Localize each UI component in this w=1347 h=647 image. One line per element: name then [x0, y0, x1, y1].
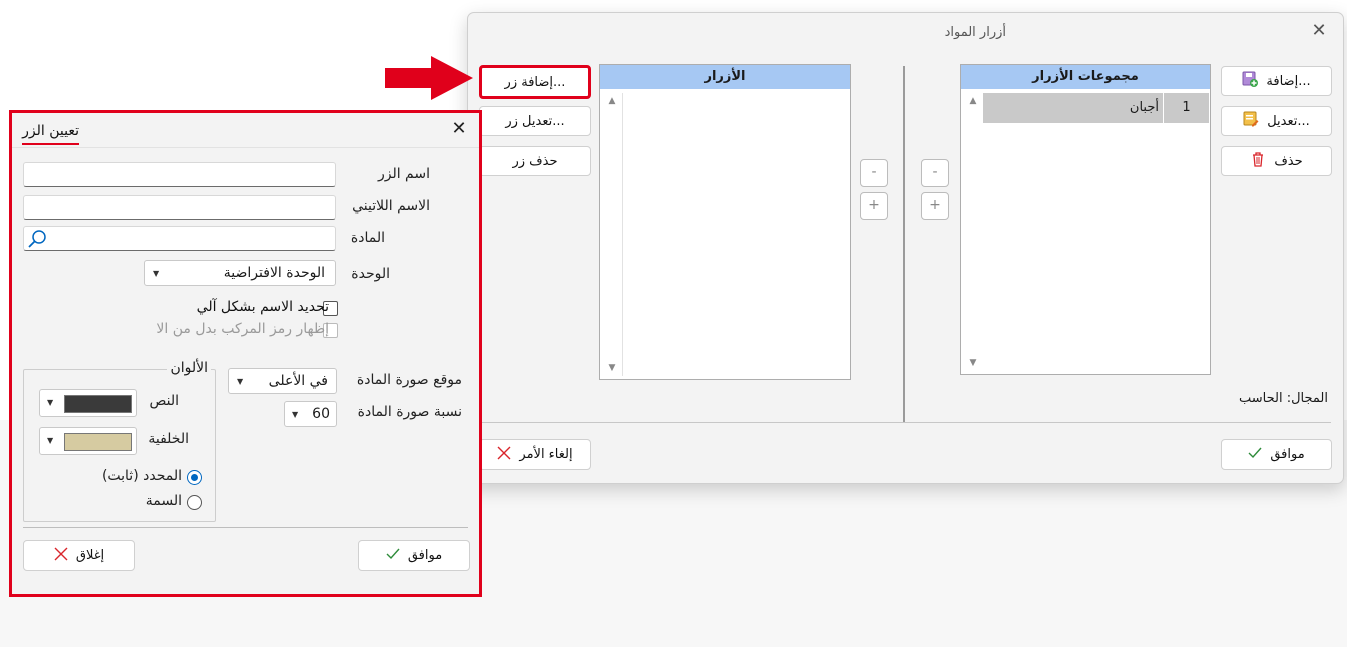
- edit-group-label: تعديل...: [1267, 113, 1310, 129]
- button-groups-list[interactable]: مجموعات الأزرار ▲ ▼ 1 أجبان: [960, 64, 1211, 375]
- text-color-picker[interactable]: ▼: [39, 389, 137, 417]
- scroll-down-icon[interactable]: ▼: [965, 358, 981, 370]
- list-gutter: [622, 93, 623, 376]
- colors-group-title: الألوان: [167, 360, 211, 376]
- materials-buttons-dialog: أزرار المواد ✕ إضافة... تعديل... حذف مجم…: [467, 12, 1344, 484]
- chevron-down-icon: ▼: [292, 409, 299, 419]
- image-ratio-value: 60: [312, 406, 330, 422]
- x-icon: [54, 547, 68, 565]
- horizontal-divider: [480, 422, 1331, 423]
- theme-color-label: السمة: [145, 493, 182, 509]
- row-number: 1: [1163, 93, 1209, 123]
- add-group-button[interactable]: إضافة...: [1221, 66, 1332, 96]
- latin-name-label: الاسم اللاتيني: [352, 198, 430, 214]
- close-icon[interactable]: ✕: [1309, 21, 1329, 41]
- close-icon[interactable]: ✕: [449, 119, 469, 139]
- title-divider: [12, 147, 479, 148]
- button-remove-mini-button[interactable]: -: [860, 159, 888, 187]
- unit-label: الوحدة: [351, 266, 390, 282]
- chevron-down-icon: ▼: [237, 376, 244, 386]
- auto-name-label: تحديد الاسم بشكل آلي: [196, 299, 329, 315]
- chevron-down-icon: ▼: [153, 268, 160, 278]
- image-position-label: موقع صورة المادة: [356, 372, 462, 388]
- footer-divider: [23, 527, 468, 528]
- unit-select[interactable]: ▼ الوحدة الافتراضية: [144, 260, 336, 286]
- background-color-swatch: [64, 433, 132, 451]
- check-icon: [1248, 447, 1262, 463]
- vertical-divider: [903, 66, 905, 422]
- ok-label: موافق: [407, 548, 443, 563]
- delete-group-button[interactable]: حذف: [1221, 146, 1332, 176]
- buttons-list[interactable]: الأزرار ▲ ▼: [599, 64, 851, 380]
- scroll-up-icon[interactable]: ▲: [604, 96, 620, 108]
- ok-button[interactable]: موافق: [358, 540, 470, 571]
- unit-value: الوحدة الافتراضية: [223, 265, 325, 281]
- check-icon: [386, 548, 400, 564]
- material-search-input[interactable]: [23, 226, 336, 251]
- edit-button-label: تعديل زر...: [505, 113, 565, 129]
- theme-color-radio[interactable]: [187, 495, 202, 510]
- show-code-label: إظهار رمز المركب بدل من الا: [156, 321, 329, 337]
- button-groups-header: مجموعات الأزرار: [961, 65, 1210, 89]
- fixed-color-radio[interactable]: [187, 470, 202, 485]
- group-remove-mini-button[interactable]: -: [921, 159, 949, 187]
- list-item[interactable]: 1 أجبان: [983, 93, 1209, 123]
- cancel-button[interactable]: إلغاء الأمر: [479, 439, 591, 470]
- background-color-picker[interactable]: ▼: [39, 427, 137, 455]
- scroll-up-icon[interactable]: ▲: [965, 96, 981, 108]
- buttons-header: الأزرار: [600, 65, 850, 89]
- trash-icon: [1250, 151, 1266, 171]
- delete-button-button[interactable]: حذف زر: [479, 146, 591, 176]
- material-label: المادة: [350, 230, 385, 246]
- scroll-down-icon[interactable]: ▼: [604, 363, 620, 375]
- button-name-input[interactable]: [23, 162, 336, 187]
- red-arrow-icon: [385, 56, 473, 100]
- image-position-select[interactable]: ▼ في الأعلى: [228, 368, 337, 394]
- image-ratio-select[interactable]: ▼ 60: [284, 401, 337, 427]
- ok-label: موافق: [1270, 447, 1305, 462]
- edit-group-button[interactable]: تعديل...: [1221, 106, 1332, 136]
- text-color-label: النص: [149, 393, 179, 409]
- chevron-down-icon: ▼: [47, 398, 54, 407]
- add-group-label: إضافة...: [1266, 73, 1311, 89]
- add-icon: [1242, 71, 1259, 91]
- assign-button-dialog: تعيين الزر ✕ اسم الزر الاسم اللاتيني الم…: [9, 110, 482, 597]
- dialog-title: أزرار المواد: [944, 25, 1006, 40]
- image-position-value: في الأعلى: [268, 373, 328, 389]
- edit-button-button[interactable]: تعديل زر...: [479, 106, 591, 136]
- image-ratio-label: نسبة صورة المادة: [357, 404, 462, 420]
- ok-button[interactable]: موافق: [1221, 439, 1332, 470]
- search-icon[interactable]: [27, 229, 47, 253]
- group-add-mini-button[interactable]: +: [921, 192, 949, 220]
- button-name-label: اسم الزر: [377, 166, 430, 182]
- latin-name-input[interactable]: [23, 195, 336, 220]
- delete-group-label: حذف: [1274, 153, 1303, 169]
- x-icon: [497, 446, 511, 464]
- text-color-swatch: [64, 395, 132, 413]
- add-button-label: إضافة زر...: [504, 74, 566, 90]
- add-button-button[interactable]: إضافة زر...: [479, 65, 591, 99]
- background-color-label: الخلفية: [148, 431, 189, 447]
- row-name: أجبان: [1129, 100, 1159, 115]
- delete-button-label: حذف زر: [512, 153, 558, 169]
- close-label: إغلاق: [75, 548, 105, 563]
- scope-label: المجال: الحاسب: [1239, 391, 1328, 406]
- chevron-down-icon: ▼: [47, 436, 54, 445]
- colors-group: الألوان ▼ النص ▼ الخلفية المحدد (ثابت) ا…: [23, 360, 216, 522]
- edit-icon: [1243, 111, 1259, 131]
- cancel-label: إلغاء الأمر: [519, 447, 573, 462]
- fixed-color-label: المحدد (ثابت): [101, 468, 182, 484]
- button-add-mini-button[interactable]: +: [860, 192, 888, 220]
- close-button[interactable]: إغلاق: [23, 540, 135, 571]
- dialog-title: تعيين الزر: [22, 123, 79, 145]
